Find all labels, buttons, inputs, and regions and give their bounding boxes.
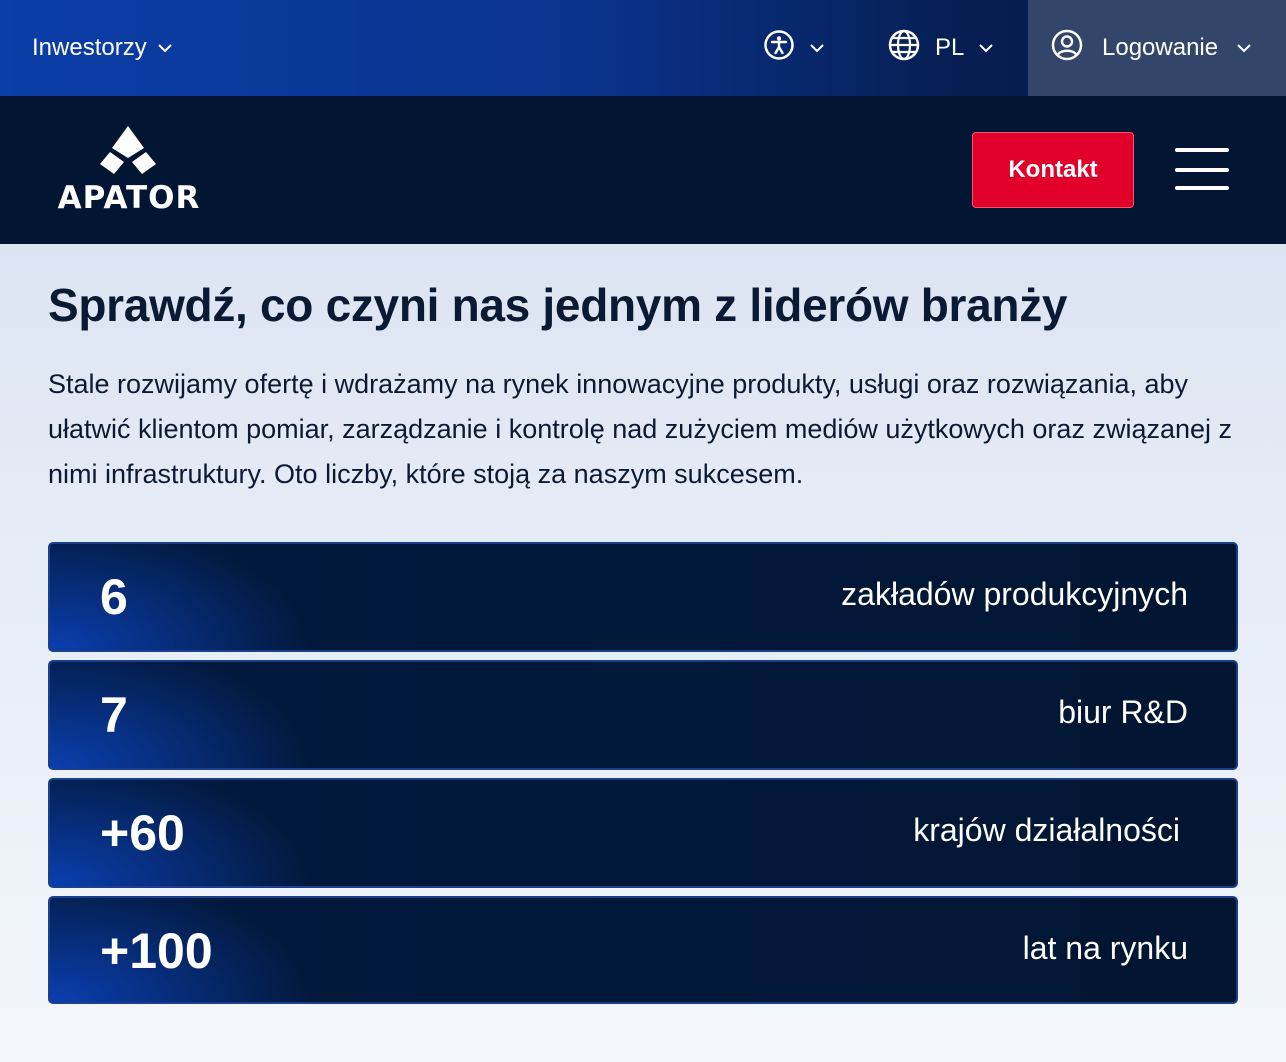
stat-label: biur R&D [1058, 693, 1188, 730]
stat-value: +100 [100, 923, 213, 979]
stat-value: 6 [100, 569, 128, 625]
stat-label: zakładów produkcyjnych [841, 575, 1188, 612]
logo-mark-icon [100, 126, 156, 174]
hamburger-line [1175, 148, 1229, 152]
login-label: Logowanie [1102, 34, 1219, 61]
hamburger-line [1175, 186, 1229, 190]
chevron-down-icon [978, 43, 994, 53]
stat-card: +60 krajów działalności [48, 778, 1238, 888]
main-navbar: APATOR Kontakt [0, 96, 1286, 244]
stat-label: lat na rynku [1022, 929, 1188, 966]
chevron-down-icon [157, 43, 173, 53]
apator-logo[interactable]: APATOR [48, 126, 210, 216]
hamburger-line [1175, 168, 1229, 172]
accessibility-icon [763, 29, 795, 68]
section-heading: Sprawdź, co czyni nas jednym z liderów b… [48, 279, 1068, 331]
login-menu[interactable]: Logowanie [1028, 0, 1286, 96]
user-icon [1050, 28, 1084, 69]
contact-button[interactable]: Kontakt [972, 132, 1134, 208]
language-label: PL [935, 34, 965, 61]
accessibility-menu[interactable] [763, 0, 825, 96]
top-bar: Inwestorzy PL Logowanie [0, 0, 1286, 96]
stat-card: 7 biur R&D [48, 660, 1238, 770]
stat-value: +60 [100, 805, 185, 861]
stat-card: 6 zakładów produkcyjnych [48, 542, 1238, 652]
chevron-down-icon [809, 43, 825, 53]
hamburger-menu-icon[interactable] [1175, 148, 1229, 192]
stat-label: krajów działalności [913, 811, 1180, 848]
globe-icon [887, 28, 921, 69]
chevron-down-icon [1236, 43, 1252, 53]
logo-wordmark: APATOR [57, 180, 201, 216]
investors-menu[interactable]: Inwestorzy [32, 0, 173, 96]
language-selector[interactable]: PL [887, 0, 994, 96]
stat-card: +100 lat na rynku [48, 896, 1238, 1004]
stat-value: 7 [100, 687, 128, 743]
section-intro: Stale rozwijamy ofertę i wdrażamy na ryn… [48, 369, 1233, 489]
investors-label: Inwestorzy [32, 34, 147, 61]
